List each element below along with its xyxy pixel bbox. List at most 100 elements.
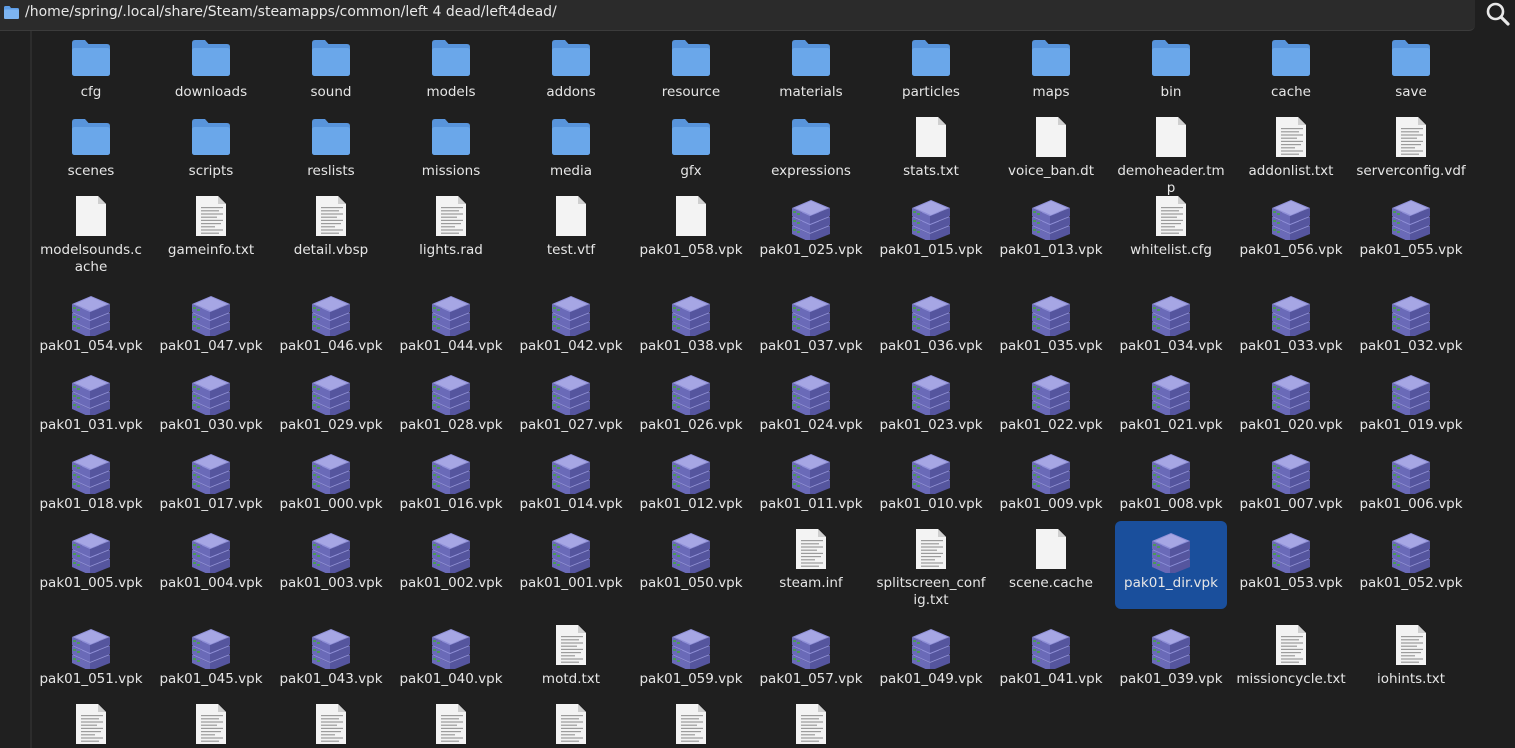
file-item[interactable]	[515, 696, 627, 748]
file-item[interactable]: missioncycle.txt	[1235, 617, 1347, 705]
file-item[interactable]: pak01_005.vpk	[35, 521, 147, 609]
file-item[interactable]	[395, 696, 507, 748]
file-item[interactable]: pak01_023.vpk	[875, 363, 987, 451]
file-item[interactable]	[155, 696, 267, 748]
file-item[interactable]: whitelist.cfg	[1115, 188, 1227, 276]
file-item[interactable]: test.vtf	[515, 188, 627, 276]
file-item[interactable]	[755, 696, 867, 748]
file-item[interactable]: serverconfig.vdf	[1355, 109, 1467, 197]
file-item[interactable]: pak01_029.vpk	[275, 363, 387, 451]
file-item[interactable]: pak01_058.vpk	[635, 188, 747, 276]
file-item[interactable]: pak01_006.vpk	[1355, 442, 1467, 530]
file-item[interactable]: splitscreen_config.txt	[875, 521, 987, 609]
file-item[interactable]: pak01_010.vpk	[875, 442, 987, 530]
file-item[interactable]: pak01_042.vpk	[515, 284, 627, 372]
file-item[interactable]: pak01_051.vpk	[35, 617, 147, 705]
file-item[interactable]: pak01_000.vpk	[275, 442, 387, 530]
search-button[interactable]	[1480, 0, 1515, 28]
file-item[interactable]	[275, 696, 387, 748]
folder-item[interactable]: sound	[275, 36, 387, 118]
folder-item[interactable]: models	[395, 36, 507, 118]
file-item[interactable]: pak01_026.vpk	[635, 363, 747, 451]
folder-item[interactable]: materials	[755, 36, 867, 118]
file-item[interactable]: pak01_054.vpk	[35, 284, 147, 372]
file-item[interactable]: gameinfo.txt	[155, 188, 267, 276]
file-item[interactable]: pak01_007.vpk	[1235, 442, 1347, 530]
file-item[interactable]: pak01_020.vpk	[1235, 363, 1347, 451]
file-item[interactable]: pak01_037.vpk	[755, 284, 867, 372]
file-item[interactable]: pak01_050.vpk	[635, 521, 747, 609]
file-item[interactable]: pak01_052.vpk	[1355, 521, 1467, 609]
folder-item[interactable]: maps	[995, 36, 1107, 118]
file-item[interactable]	[35, 696, 147, 748]
file-item[interactable]: pak01_039.vpk	[1115, 617, 1227, 705]
folder-item[interactable]: bin	[1115, 36, 1227, 118]
file-item[interactable]: pak01_001.vpk	[515, 521, 627, 609]
file-item[interactable]: scene.cache	[995, 521, 1107, 609]
folder-item[interactable]: resource	[635, 36, 747, 118]
file-item[interactable]: pak01_035.vpk	[995, 284, 1107, 372]
file-item[interactable]: pak01_043.vpk	[275, 617, 387, 705]
file-item[interactable]: motd.txt	[515, 617, 627, 705]
path-field[interactable]: /home/spring/.local/share/Steam/steamapp…	[0, 0, 1475, 31]
file-item[interactable]: pak01_034.vpk	[1115, 284, 1227, 372]
file-item[interactable]: pak01_016.vpk	[395, 442, 507, 530]
file-item[interactable]: pak01_053.vpk	[1235, 521, 1347, 609]
file-item[interactable]: pak01_019.vpk	[1355, 363, 1467, 451]
folder-item[interactable]: cache	[1235, 36, 1347, 118]
folder-item[interactable]: scenes	[35, 109, 147, 197]
file-item[interactable]: pak01_012.vpk	[635, 442, 747, 530]
file-item[interactable]: pak01_014.vpk	[515, 442, 627, 530]
file-item[interactable]: pak01_031.vpk	[35, 363, 147, 451]
file-item[interactable]: pak01_008.vpk	[1115, 442, 1227, 530]
file-item[interactable]: pak01_047.vpk	[155, 284, 267, 372]
file-item[interactable]: pak01_030.vpk	[155, 363, 267, 451]
folder-item[interactable]: downloads	[155, 36, 267, 118]
file-item[interactable]: demoheader.tmp	[1115, 109, 1227, 197]
folder-item[interactable]: particles	[875, 36, 987, 118]
file-item[interactable]: voice_ban.dt	[995, 109, 1107, 197]
file-item[interactable]: pak01_021.vpk	[1115, 363, 1227, 451]
file-item[interactable]: pak01_015.vpk	[875, 188, 987, 276]
file-item[interactable]: addonlist.txt	[1235, 109, 1347, 197]
file-item[interactable]: pak01_024.vpk	[755, 363, 867, 451]
file-item[interactable]: pak01_046.vpk	[275, 284, 387, 372]
folder-item[interactable]: save	[1355, 36, 1467, 118]
file-item[interactable]: pak01_dir.vpk	[1115, 521, 1227, 609]
file-item[interactable]: pak01_055.vpk	[1355, 188, 1467, 276]
file-item[interactable]: stats.txt	[875, 109, 987, 197]
file-item[interactable]: pak01_004.vpk	[155, 521, 267, 609]
file-item[interactable]: pak01_041.vpk	[995, 617, 1107, 705]
file-item[interactable]: pak01_018.vpk	[35, 442, 147, 530]
file-item[interactable]: pak01_045.vpk	[155, 617, 267, 705]
file-item[interactable]: pak01_057.vpk	[755, 617, 867, 705]
file-item[interactable]: pak01_025.vpk	[755, 188, 867, 276]
file-item[interactable]: lights.rad	[395, 188, 507, 276]
folder-item[interactable]: scripts	[155, 109, 267, 197]
file-item[interactable]: pak01_056.vpk	[1235, 188, 1347, 276]
file-item[interactable]: iohints.txt	[1355, 617, 1467, 705]
file-item[interactable]: pak01_009.vpk	[995, 442, 1107, 530]
file-item[interactable]: pak01_040.vpk	[395, 617, 507, 705]
folder-item[interactable]: addons	[515, 36, 627, 118]
file-item[interactable]: pak01_044.vpk	[395, 284, 507, 372]
file-item[interactable]: pak01_036.vpk	[875, 284, 987, 372]
file-item[interactable]: pak01_059.vpk	[635, 617, 747, 705]
file-item[interactable]: pak01_011.vpk	[755, 442, 867, 530]
file-item[interactable]: pak01_022.vpk	[995, 363, 1107, 451]
file-item[interactable]: pak01_002.vpk	[395, 521, 507, 609]
file-item[interactable]: pak01_003.vpk	[275, 521, 387, 609]
folder-item[interactable]: missions	[395, 109, 507, 197]
file-item[interactable]: pak01_032.vpk	[1355, 284, 1467, 372]
file-item[interactable]: steam.inf	[755, 521, 867, 609]
folder-item[interactable]: media	[515, 109, 627, 197]
file-item[interactable]: pak01_028.vpk	[395, 363, 507, 451]
file-item[interactable]: detail.vbsp	[275, 188, 387, 276]
file-item[interactable]: pak01_027.vpk	[515, 363, 627, 451]
file-item[interactable]: pak01_013.vpk	[995, 188, 1107, 276]
file-item[interactable]: modelsounds.cache	[35, 188, 147, 276]
folder-item[interactable]: gfx	[635, 109, 747, 197]
folder-item[interactable]: expressions	[755, 109, 867, 197]
file-item[interactable]: pak01_038.vpk	[635, 284, 747, 372]
folder-item[interactable]: cfg	[35, 36, 147, 118]
